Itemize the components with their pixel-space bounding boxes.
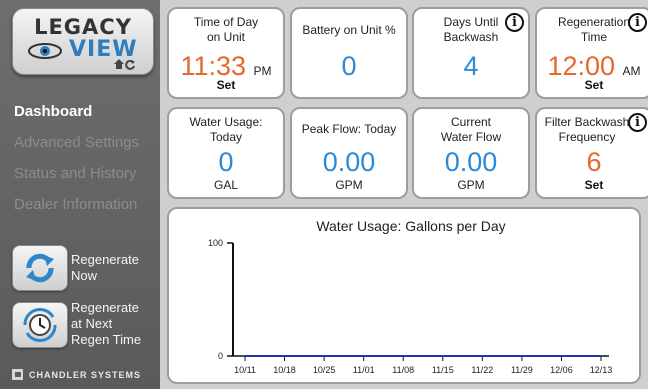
regeneration-time-set-button[interactable]: Set xyxy=(537,78,648,92)
unit-label: GPM xyxy=(335,178,363,192)
regenerate-now-label: Regenerate Now xyxy=(71,252,139,283)
days-until-backwash-value: 4 xyxy=(463,51,479,81)
sidebar: LEGACY VIEW Dashboard Advanced Settings … xyxy=(0,0,160,389)
x-tick-label: 11/29 xyxy=(511,365,533,375)
card-days-until-backwash: Days Until Backwash i 4 xyxy=(412,7,530,99)
card-time-of-day[interactable]: Time of Day on Unit 11:33 PM Set xyxy=(167,7,285,99)
x-tick-label: 10/18 xyxy=(273,365,296,375)
clock-refresh-icon xyxy=(23,307,57,343)
regenerate-now-icon-box xyxy=(12,245,68,291)
card-water-usage-today: Water Usage: Today 0 GAL xyxy=(167,107,285,199)
info-icon[interactable]: i xyxy=(628,113,647,132)
card-title: Current Water Flow xyxy=(440,115,502,144)
chart-series xyxy=(244,355,602,357)
x-tick-label: 11/08 xyxy=(392,365,414,375)
card-title: Battery on Unit % xyxy=(302,23,396,37)
water-usage-chart: Water Usage: Gallons per Day 0 100 10/11 10… xyxy=(208,218,612,375)
x-tick-label: 10/11 xyxy=(234,365,256,375)
refresh-arrows-icon xyxy=(26,253,54,283)
water-usage-today-value: 0 xyxy=(218,147,234,177)
data-point xyxy=(600,355,602,357)
y-tick-label: 0 xyxy=(218,351,223,361)
logo-legacy-text: LEGACY xyxy=(34,15,132,39)
card-filter-backwash-frequency[interactable]: Filter Backwash Frequency i 6 Set xyxy=(535,107,648,199)
eye-icon xyxy=(28,43,62,59)
data-point xyxy=(560,355,563,357)
battery-value: 0 xyxy=(341,51,357,81)
card-battery: Battery on Unit % 0 xyxy=(290,7,408,99)
sidebar-item-dealer-information[interactable]: Dealer Information xyxy=(14,196,137,213)
sidebar-item-status-history[interactable]: Status and History xyxy=(14,165,137,182)
chandler-logo-icon xyxy=(12,369,23,380)
sidebar-item-dashboard[interactable]: Dashboard xyxy=(14,103,92,120)
x-tick-label: 11/15 xyxy=(432,365,454,375)
chart-axes: 0 100 10/11 10/18 10/25 11/01 11/08 11/15 11/22 1… xyxy=(208,238,612,375)
data-point xyxy=(323,355,325,357)
unit-label: GPM xyxy=(457,178,485,192)
info-icon[interactable]: i xyxy=(505,13,524,32)
sidebar-item-advanced-settings[interactable]: Advanced Settings xyxy=(14,134,139,151)
current-water-flow-value: 0.00 xyxy=(444,147,498,177)
x-tick-label: 12/06 xyxy=(550,365,573,375)
regenerate-next-icon-box xyxy=(12,302,68,348)
card-title: Water Usage: Today xyxy=(189,115,263,144)
data-point xyxy=(521,355,523,357)
card-peak-flow: Peak Flow: Today 0.00 GPM xyxy=(290,107,408,199)
data-point xyxy=(283,355,286,357)
time-of-day-set-button[interactable]: Set xyxy=(169,78,283,92)
data-point xyxy=(441,355,444,357)
filter-backwash-frequency-set-button[interactable]: Set xyxy=(537,178,648,192)
chandler-systems-brand: CHANDLER SYSTEMS xyxy=(12,369,141,380)
data-point xyxy=(402,355,405,357)
regenerate-next-button[interactable]: Regenerate at Next Regen Time xyxy=(12,298,157,356)
card-title: Time of Day on Unit xyxy=(193,15,259,44)
regenerate-next-label: Regenerate at Next Regen Time xyxy=(71,300,142,347)
card-regeneration-time[interactable]: Regeneration Time i 12:00 AM Set xyxy=(535,7,648,99)
y-tick-label: 100 xyxy=(208,238,223,248)
peak-flow-value: 0.00 xyxy=(322,147,376,177)
x-tick-label: 11/22 xyxy=(471,365,493,375)
unit-label: GAL xyxy=(213,178,238,192)
x-tick-label: 12/13 xyxy=(590,365,613,375)
info-icon[interactable]: i xyxy=(628,13,647,32)
card-current-water-flow: Current Water Flow 0.00 GPM xyxy=(412,107,530,199)
data-point xyxy=(481,355,484,357)
x-tick-label: 11/01 xyxy=(353,365,375,375)
regenerate-now-button[interactable]: Regenerate Now xyxy=(12,243,157,301)
card-title: Peak Flow: Today xyxy=(301,122,397,136)
data-point xyxy=(362,355,365,357)
data-point xyxy=(244,355,246,357)
chart-title: Water Usage: Gallons per Day xyxy=(316,218,505,234)
x-tick-label: 10/25 xyxy=(313,365,336,375)
filter-backwash-frequency-value: 6 xyxy=(586,147,602,177)
home-refresh-icon xyxy=(114,59,135,70)
water-usage-chart-card: Water Usage: Gallons per Day 0 100 10/11 10… xyxy=(167,207,641,384)
legacy-view-logo[interactable]: LEGACY VIEW xyxy=(12,8,154,75)
